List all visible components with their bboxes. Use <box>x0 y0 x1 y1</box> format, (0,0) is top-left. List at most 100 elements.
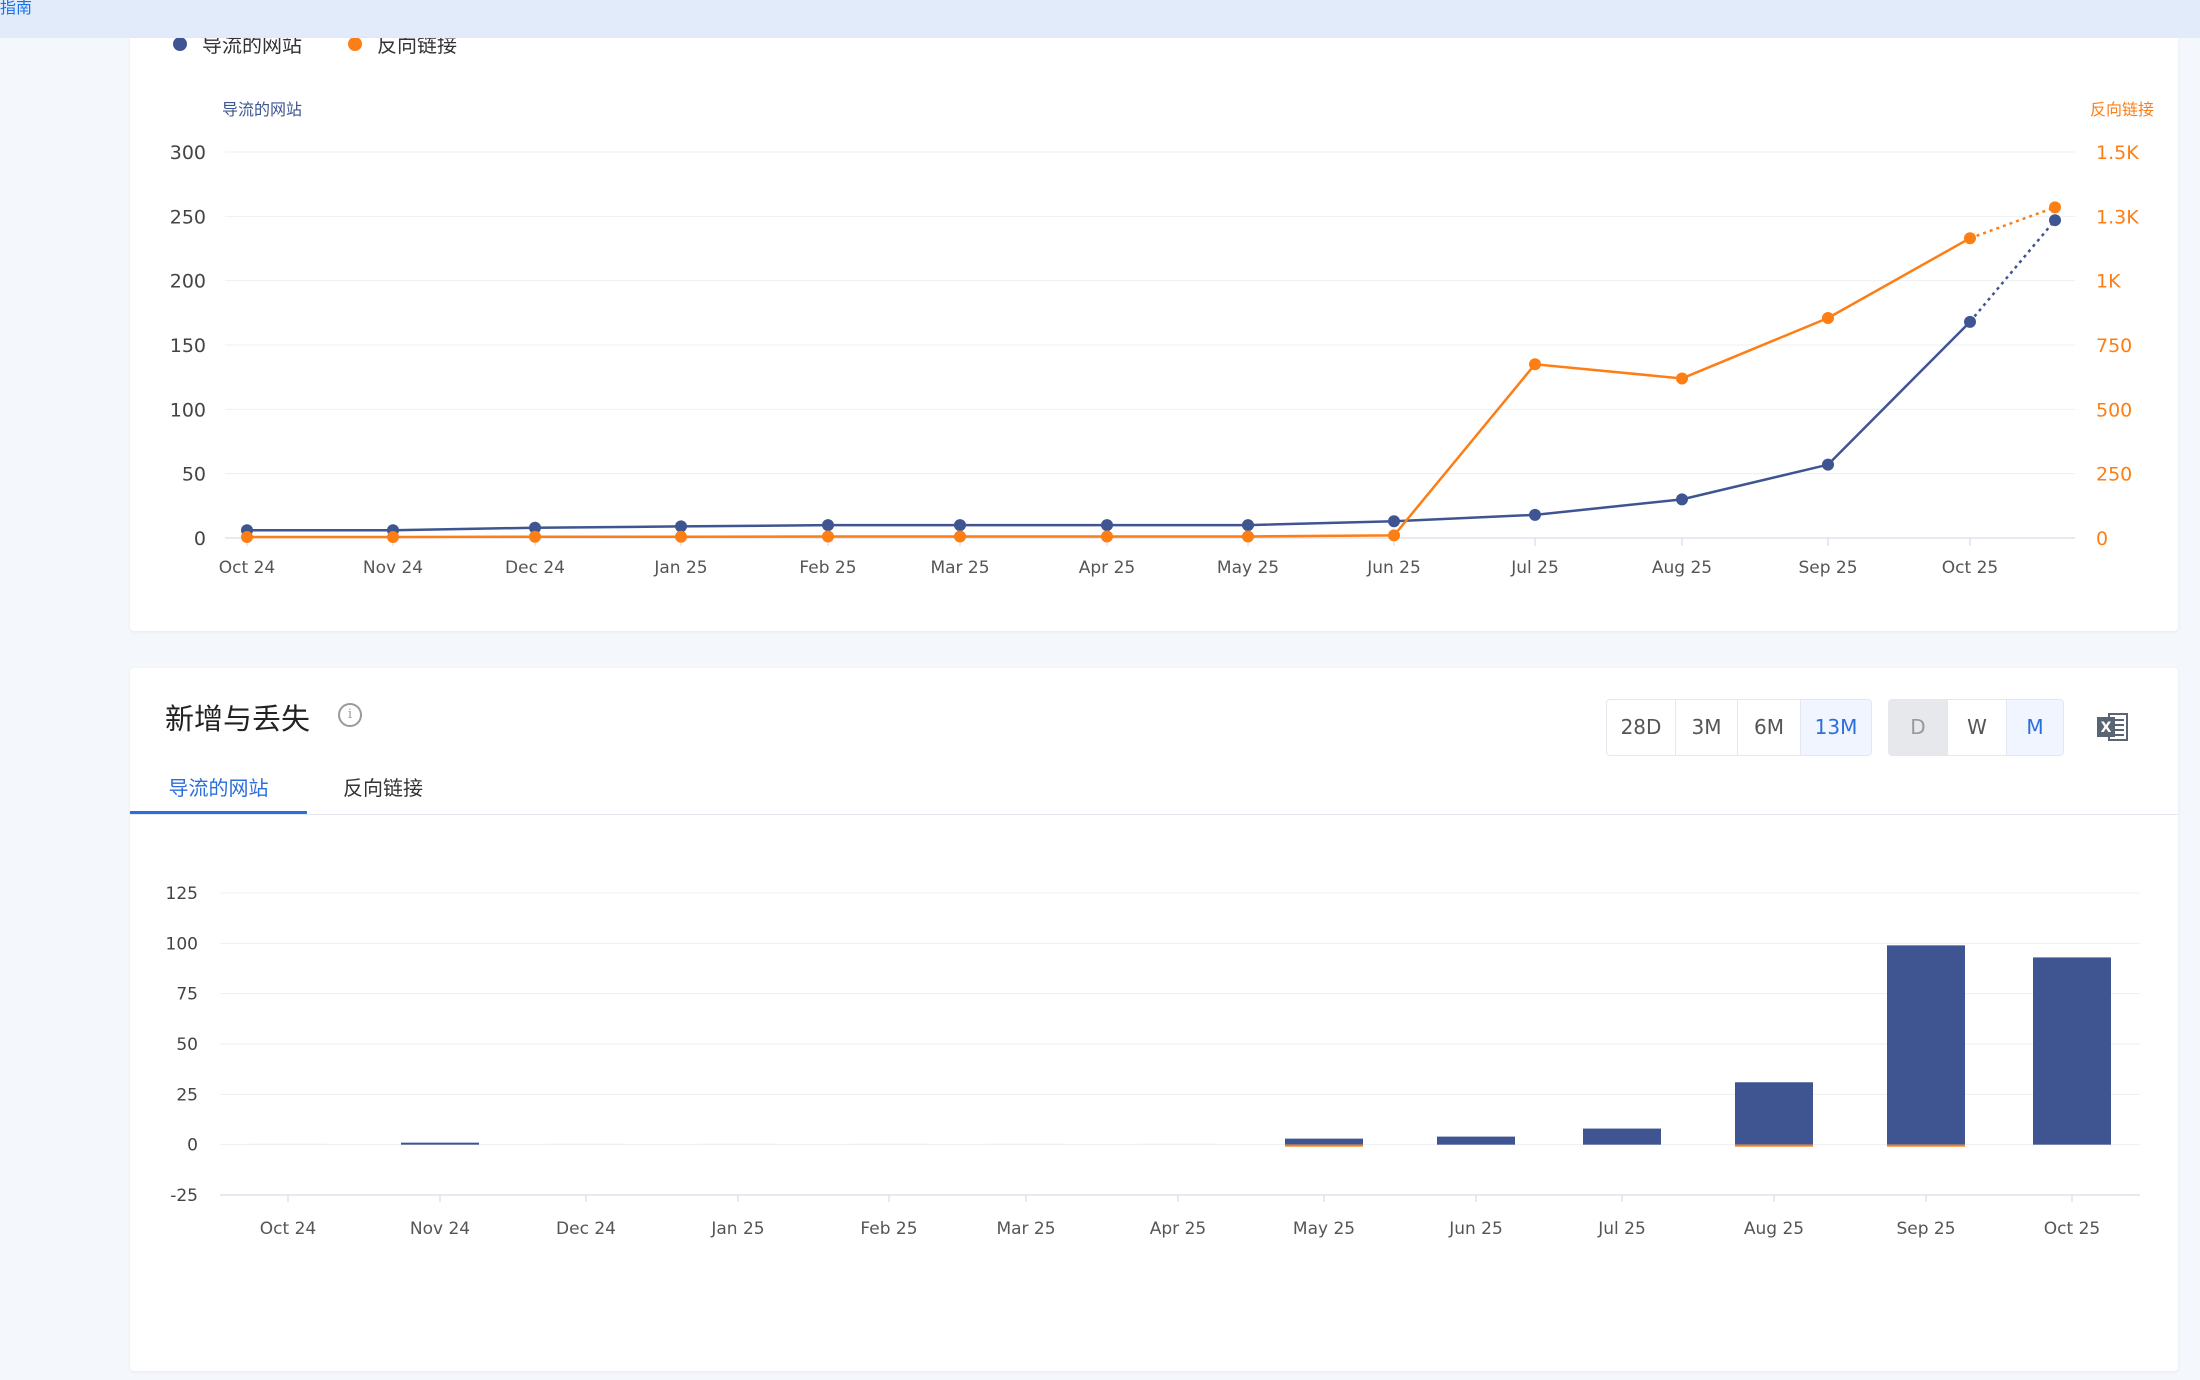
y-right-axis-title: 反向链接 <box>2090 100 2154 119</box>
data-point <box>675 520 687 533</box>
y-right-tick-label: 500 <box>2096 399 2132 421</box>
x-tick-label: Jun 25 <box>1366 558 1421 578</box>
data-point <box>822 519 834 532</box>
x-tick-label: Nov 24 <box>363 558 423 578</box>
tab-referring-domains[interactable]: 导流的网站 <box>130 768 307 814</box>
bar-new <box>2033 957 2111 1145</box>
bar-new <box>1285 1138 1363 1145</box>
data-point <box>1101 530 1113 543</box>
x-tick-label: Jun 25 <box>1448 1219 1503 1239</box>
data-point <box>1388 529 1400 542</box>
range-28d-button[interactable]: 28D <box>1607 700 1676 755</box>
data-point <box>1964 232 1976 245</box>
bar-new <box>699 1143 777 1145</box>
granularity-w-button[interactable]: W <box>1948 700 2007 755</box>
data-point <box>1676 493 1688 506</box>
x-tick-label: Apr 25 <box>1079 558 1135 578</box>
bar-chart: 125 100 75 50 25 0 -25 Oct 24 Nov 24 Dec 24 Jan 25… <box>166 884 2140 1239</box>
bar-new <box>1583 1128 1661 1145</box>
y-right-tick-label: 1.5K <box>2096 142 2139 164</box>
x-tick-label: Oct 24 <box>219 558 275 578</box>
line-chart: 导流的网站 反向链接导流的网站 反向链接3002502001501005001.5K… <box>170 33 2154 578</box>
data-point <box>1242 530 1254 543</box>
bar-new <box>1887 945 1965 1145</box>
legend-marker-0 <box>173 37 187 51</box>
data-point <box>1529 508 1541 521</box>
data-point <box>1388 515 1400 528</box>
data-point <box>1101 519 1113 532</box>
series-projection-0 <box>1969 219 2056 323</box>
y-left-tick-label: 100 <box>170 399 206 421</box>
x-tick-label: Jul 25 <box>1597 1219 1646 1239</box>
range-13m-button[interactable]: 13M <box>1801 700 1871 755</box>
y-right-tick-label: 750 <box>2096 335 2132 357</box>
new-lost-card: 新增与丢失 i 28D 3M 6M 13M D W M X 导流的网站 反向链接… <box>130 668 2178 1371</box>
data-point <box>1964 315 1976 328</box>
y-tick-label: 0 <box>187 1136 198 1156</box>
legend-label-1: 反向链接 <box>377 38 457 57</box>
x-tick-label: Oct 25 <box>2044 1219 2100 1239</box>
y-right-tick-label: 0 <box>2096 528 2108 550</box>
bar-lost <box>1887 1144 1965 1147</box>
x-tick-label: Jan 25 <box>710 1219 764 1239</box>
data-point <box>954 530 966 543</box>
x-tick-label: Oct 24 <box>260 1219 316 1239</box>
granularity-button-group: D W M <box>1888 699 2064 756</box>
bar-new <box>1437 1136 1515 1145</box>
bar-new <box>401 1142 479 1145</box>
y-right-tick-label: 250 <box>2096 464 2132 486</box>
metric-tabs: 导流的网站 反向链接 <box>130 768 2178 815</box>
guide-link[interactable]: 指南 <box>0 0 32 18</box>
info-icon[interactable]: i <box>338 703 362 727</box>
data-point <box>2049 201 2061 214</box>
legend-marker-1 <box>348 37 362 51</box>
y-left-tick-label: 300 <box>170 142 206 164</box>
data-point <box>1822 458 1834 471</box>
x-tick-label: Jul 25 <box>1510 558 1559 578</box>
x-tick-label: Dec 24 <box>556 1219 616 1239</box>
y-left-tick-label: 200 <box>170 271 206 293</box>
top-bar: 指南 <box>0 0 2200 38</box>
x-tick-label: Aug 25 <box>1652 558 1712 578</box>
bar-new <box>547 1143 625 1145</box>
x-tick-label: Sep 25 <box>1798 558 1857 578</box>
granularity-m-button[interactable]: M <box>2007 700 2063 755</box>
y-left-tick-label: 50 <box>182 464 206 486</box>
granularity-d-button[interactable]: D <box>1889 700 1948 755</box>
range-3m-button[interactable]: 3M <box>1676 700 1738 755</box>
excel-icon[interactable]: X <box>2095 709 2131 745</box>
x-tick-label: Dec 24 <box>505 558 565 578</box>
x-tick-label: May 25 <box>1217 558 1279 578</box>
x-tick-label: Oct 25 <box>1942 558 1998 578</box>
y-left-tick-label: 250 <box>170 206 206 228</box>
y-tick-label: 125 <box>166 884 198 904</box>
range-button-group: 28D 3M 6M 13M <box>1606 699 1872 756</box>
y-left-tick-label: 0 <box>194 528 206 550</box>
x-tick-label: Feb 25 <box>799 558 856 578</box>
bar-new <box>850 1143 928 1145</box>
y-right-tick-label: 1K <box>2096 271 2121 293</box>
svg-text:X: X <box>2101 720 2112 736</box>
x-tick-label: Apr 25 <box>1150 1219 1206 1239</box>
y-right-tick-label: 1.3K <box>2096 206 2139 228</box>
y-left-axis-title: 导流的网站 <box>222 100 302 119</box>
data-point <box>1242 519 1254 532</box>
bar-lost <box>1285 1144 1363 1147</box>
x-tick-label: Aug 25 <box>1744 1219 1804 1239</box>
series-line-0 <box>247 320 1971 532</box>
data-point <box>822 530 834 543</box>
data-point <box>387 530 399 543</box>
data-point <box>675 530 687 543</box>
data-point <box>2049 214 2061 227</box>
x-tick-label: Sep 25 <box>1896 1219 1955 1239</box>
x-tick-label: Jan 25 <box>653 558 707 578</box>
x-tick-label: Feb 25 <box>860 1219 917 1239</box>
x-tick-label: Mar 25 <box>930 558 989 578</box>
bar-lost <box>1735 1144 1813 1147</box>
bar-new <box>987 1143 1065 1145</box>
data-point <box>529 530 541 543</box>
range-6m-button[interactable]: 6M <box>1738 700 1801 755</box>
y-tick-label: -25 <box>170 1186 198 1206</box>
bar-new <box>249 1143 327 1145</box>
tab-backlinks[interactable]: 反向链接 <box>307 768 459 814</box>
